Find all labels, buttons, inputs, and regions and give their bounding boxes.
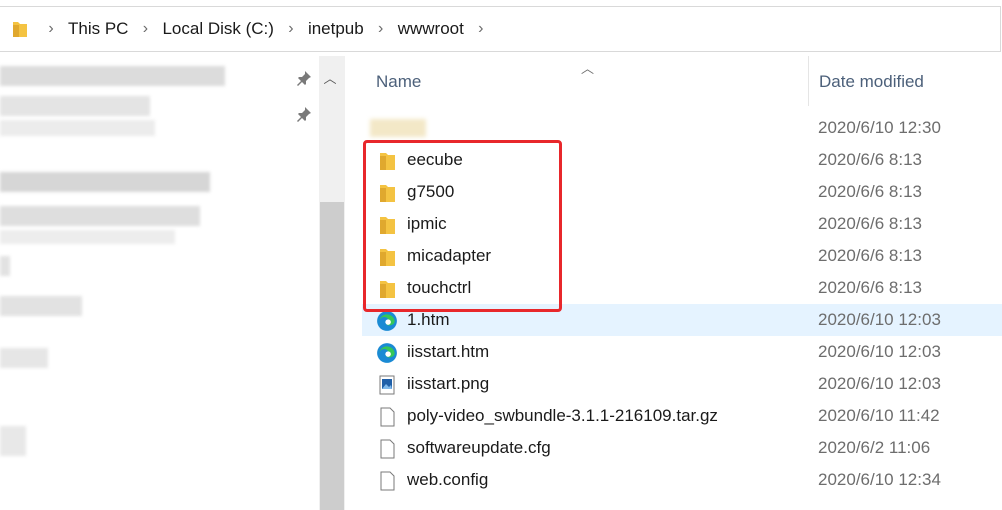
chevron-right-icon[interactable]: › <box>134 20 156 38</box>
file-name: softwareupdate.cfg <box>407 438 551 457</box>
breadcrumb-item-this-pc[interactable]: This PC <box>62 19 134 39</box>
folder-icon <box>13 22 27 37</box>
file-date: 2020/6/10 12:03 <box>818 310 941 329</box>
chevron-right-icon[interactable]: › <box>370 20 392 38</box>
breadcrumb-item-local-disk[interactable]: Local Disk (C:) <box>156 19 279 39</box>
file-date: 2020/6/6 8:13 <box>818 182 922 201</box>
highlight-annotation-box <box>363 140 562 312</box>
file-date: 2020/6/2 11:06 <box>818 438 931 457</box>
blurred-item-name <box>370 119 426 137</box>
list-item[interactable]: poly-video_swbundle-3.1.1-216109.tar.gz … <box>362 400 1002 432</box>
navigation-pane: ︿ <box>0 56 345 510</box>
address-bar[interactable]: › This PC › Local Disk (C:) › inetpub › … <box>0 0 1002 56</box>
column-header-date-modified[interactable]: Date modified <box>808 56 1002 106</box>
breadcrumb-item-wwwroot[interactable]: wwwroot <box>392 19 470 39</box>
blurred-nav-item <box>0 120 155 136</box>
chevron-right-icon[interactable]: › <box>470 20 492 38</box>
column-header-name-label: Name <box>376 72 422 91</box>
file-date: 2020/6/10 12:03 <box>818 342 941 361</box>
image-file-icon <box>379 375 395 395</box>
file-name: 1.htm <box>407 310 450 329</box>
sort-ascending-icon: ︿ <box>581 61 595 76</box>
list-item[interactable]: iisstart.png 2020/6/10 12:03 <box>362 368 1002 400</box>
blurred-nav-item <box>0 256 10 276</box>
blurred-nav-item <box>0 172 210 192</box>
file-name: poly-video_swbundle-3.1.1-216109.tar.gz <box>407 406 718 425</box>
file-date: 2020/6/10 12:03 <box>818 374 941 393</box>
breadcrumb-item-inetpub[interactable]: inetpub <box>302 19 370 39</box>
file-date: 2020/6/10 12:30 <box>818 118 941 137</box>
scroll-up-icon[interactable]: ︿ <box>322 68 338 86</box>
blurred-nav-item <box>0 426 26 456</box>
file-icon <box>380 471 395 491</box>
file-date: 2020/6/6 8:13 <box>818 278 922 297</box>
column-header-date-label: Date modified <box>819 72 924 91</box>
chevron-right-icon[interactable]: › <box>280 20 302 38</box>
file-name: web.config <box>407 470 489 489</box>
file-date: 2020/6/10 12:34 <box>818 470 941 489</box>
file-icon <box>380 407 395 427</box>
file-name: iisstart.png <box>407 374 490 393</box>
edge-browser-icon <box>377 311 397 331</box>
file-date: 2020/6/6 8:13 <box>818 246 922 265</box>
list-item[interactable]: iisstart.htm 2020/6/10 12:03 <box>362 336 1002 368</box>
nav-scrollbar-thumb[interactable] <box>320 202 344 510</box>
file-date: 2020/6/6 8:13 <box>818 214 922 233</box>
chevron-right-icon[interactable]: › <box>40 20 62 38</box>
pin-icon[interactable] <box>296 106 312 122</box>
file-icon <box>380 439 395 459</box>
file-date: 2020/6/6 8:13 <box>818 150 922 169</box>
file-date: 2020/6/10 11:42 <box>818 406 940 425</box>
blurred-nav-item <box>0 66 225 86</box>
blurred-nav-item <box>0 206 200 226</box>
pin-icon[interactable] <box>296 70 312 86</box>
blurred-nav-item <box>0 96 150 116</box>
list-item[interactable]: softwareupdate.cfg 2020/6/2 11:06 <box>362 432 1002 464</box>
blurred-nav-item <box>0 348 48 368</box>
list-item[interactable]: web.config 2020/6/10 12:34 <box>362 464 1002 496</box>
blurred-nav-item <box>0 230 175 244</box>
edge-browser-icon <box>377 343 397 363</box>
breadcrumb: › This PC › Local Disk (C:) › inetpub › … <box>12 6 492 52</box>
blurred-nav-item <box>0 296 82 316</box>
file-name: iisstart.htm <box>407 342 490 361</box>
